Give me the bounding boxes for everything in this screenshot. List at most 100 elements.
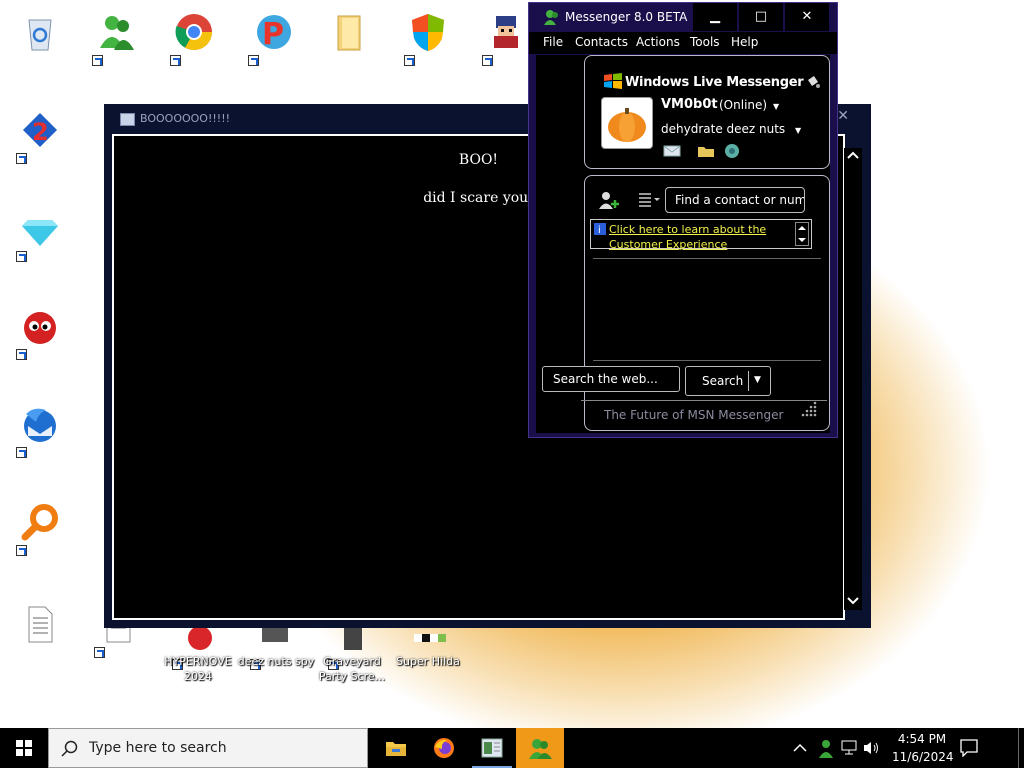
desktop-icon-messenger[interactable] bbox=[90, 8, 142, 66]
file-explorer-icon bbox=[386, 742, 406, 756]
chevron-up-icon[interactable] bbox=[797, 224, 807, 232]
taskbar-firefox[interactable] bbox=[420, 728, 468, 768]
web-search-button[interactable]: Search ▼ bbox=[685, 366, 771, 396]
desktop-icon-red-creature[interactable] bbox=[14, 302, 66, 360]
taskbar-search[interactable]: Type here to search bbox=[48, 728, 368, 768]
chrome-icon bbox=[175, 14, 212, 51]
messenger-buddy-icon bbox=[529, 739, 552, 759]
desktop-icon-pinball[interactable]: P bbox=[246, 8, 298, 66]
clock-time[interactable]: 4:54 PM bbox=[892, 732, 952, 746]
shortcut-arrow-icon bbox=[248, 55, 259, 66]
recycle-bin-icon bbox=[28, 19, 52, 51]
desktop-label-graveyard-party: Graveyard Party Scre... bbox=[318, 655, 386, 683]
messenger-menubar: File Contacts Actions Tools Help bbox=[529, 32, 837, 54]
user-status[interactable]: (Online) bbox=[719, 98, 767, 112]
customer-experience-link[interactable]: Click here to learn about the Customer E… bbox=[609, 222, 787, 252]
chevron-up-icon[interactable] bbox=[847, 150, 859, 162]
taskbar-app-window[interactable] bbox=[468, 728, 516, 768]
messenger-titlebar[interactable]: Messenger 8.0 BETA ▁ □ ✕ bbox=[529, 3, 837, 31]
windows-flag-icon bbox=[604, 73, 622, 89]
security-shield-icon bbox=[412, 14, 444, 51]
firefox-icon bbox=[434, 738, 454, 758]
taskbar-messenger[interactable] bbox=[516, 728, 564, 768]
view-list-icon[interactable] bbox=[637, 192, 661, 208]
show-desktop-button[interactable] bbox=[1018, 728, 1019, 768]
find-contact-input[interactable]: Find a contact or number bbox=[665, 187, 805, 213]
messenger-people-icon bbox=[100, 16, 134, 50]
menu-contacts[interactable]: Contacts bbox=[575, 35, 628, 49]
taskbar-search-placeholder: Type here to search bbox=[89, 740, 227, 756]
messenger-tray-icon[interactable] bbox=[816, 738, 836, 758]
desktop-icon-folder[interactable] bbox=[324, 8, 376, 60]
start-button[interactable] bbox=[0, 728, 48, 768]
shortcut-arrow-icon bbox=[404, 55, 415, 66]
close-button[interactable]: ✕ bbox=[785, 3, 829, 31]
clock-date[interactable]: 11/6/2024 bbox=[892, 750, 954, 764]
personal-message[interactable]: dehydrate deez nuts bbox=[661, 122, 785, 136]
resize-grip-icon[interactable] bbox=[793, 399, 819, 419]
desktop-label-super-hilda: Super Hilda bbox=[396, 655, 460, 668]
divider bbox=[593, 360, 821, 361]
web-search-input[interactable]: Search the web... bbox=[542, 366, 680, 392]
red-fuzzy-creature-icon bbox=[24, 312, 56, 344]
search-button-label: Search bbox=[702, 374, 744, 388]
button-divider bbox=[748, 371, 749, 391]
customer-experience-banner[interactable]: i Click here to learn about the Customer… bbox=[590, 219, 812, 252]
svg-text:i: i bbox=[598, 225, 601, 235]
volume-icon[interactable] bbox=[862, 740, 880, 756]
network-icon[interactable] bbox=[840, 740, 858, 756]
divider bbox=[593, 258, 821, 259]
avatar[interactable] bbox=[601, 97, 653, 149]
boo-scrollbar[interactable] bbox=[844, 148, 862, 610]
paint-bucket-icon[interactable] bbox=[805, 74, 821, 90]
pixel-character-icon bbox=[494, 16, 518, 48]
folder-icon[interactable] bbox=[697, 144, 715, 158]
chevron-down-icon[interactable]: ▼ bbox=[795, 126, 801, 135]
thunderbird-icon bbox=[24, 408, 56, 442]
desktop-icon-pixel-hero[interactable] bbox=[480, 8, 532, 66]
document-file-icon bbox=[28, 606, 53, 643]
desktop-icon-chrome[interactable] bbox=[168, 8, 220, 66]
add-contact-icon[interactable] bbox=[597, 190, 621, 210]
menu-actions[interactable]: Actions bbox=[636, 35, 680, 49]
msn-butterfly-icon[interactable] bbox=[723, 142, 741, 160]
brand-title: Windows Live Messenger bbox=[625, 75, 804, 90]
shortcut-arrow-icon bbox=[16, 545, 27, 556]
chevron-down-icon[interactable] bbox=[847, 594, 859, 606]
menu-tools[interactable]: Tools bbox=[690, 35, 720, 49]
desktop-icon-text-file[interactable] bbox=[14, 600, 66, 652]
menu-help[interactable]: Help bbox=[731, 35, 758, 49]
desktop-label-deez-nuts-spy: deez nuts spy bbox=[237, 655, 315, 668]
shortcut-arrow-icon bbox=[170, 55, 181, 66]
taskbar-file-explorer[interactable] bbox=[372, 728, 420, 768]
messenger-buddy-icon bbox=[544, 10, 558, 25]
messenger-window[interactable]: Messenger 8.0 BETA ▁ □ ✕ File Contacts A… bbox=[528, 2, 838, 438]
desktop-icon-diamond[interactable] bbox=[14, 204, 66, 262]
chevron-down-icon[interactable]: ▼ bbox=[773, 102, 779, 111]
mail-icon[interactable] bbox=[663, 144, 681, 158]
folder-icon bbox=[337, 15, 361, 51]
desktop-label-hypernove: HYPERNOVE 2024 bbox=[164, 655, 232, 683]
desktop-icon-thunderbird[interactable] bbox=[14, 400, 66, 458]
pinball-p-icon: P bbox=[257, 15, 291, 52]
messenger-window-title: Messenger 8.0 BETA bbox=[565, 10, 688, 24]
desktop-icon-recycle-bin[interactable] bbox=[14, 8, 66, 60]
desktop-icon-search-tool[interactable] bbox=[14, 498, 66, 556]
close-icon[interactable]: ✕ bbox=[837, 108, 849, 124]
svg-text:2: 2 bbox=[32, 118, 49, 146]
banner-scrollbar[interactable] bbox=[795, 222, 809, 246]
maximize-button[interactable]: □ bbox=[739, 3, 783, 31]
desktop-icon-shield[interactable] bbox=[402, 8, 454, 66]
notification-icon[interactable] bbox=[960, 739, 978, 757]
info-icon: i bbox=[594, 223, 606, 235]
chevron-down-icon[interactable]: ▼ bbox=[754, 375, 761, 385]
shortcut-arrow-icon bbox=[16, 251, 27, 262]
user-display-name[interactable]: VM0b0t bbox=[661, 97, 718, 112]
app-window-icon bbox=[120, 113, 135, 126]
chevron-down-icon[interactable] bbox=[797, 236, 807, 244]
menu-file[interactable]: File bbox=[543, 35, 563, 49]
minimize-button[interactable]: ▁ bbox=[693, 3, 737, 31]
divider bbox=[581, 400, 827, 401]
desktop-icon-game-2[interactable]: 2 bbox=[14, 106, 66, 164]
chevron-up-icon[interactable] bbox=[792, 740, 808, 756]
